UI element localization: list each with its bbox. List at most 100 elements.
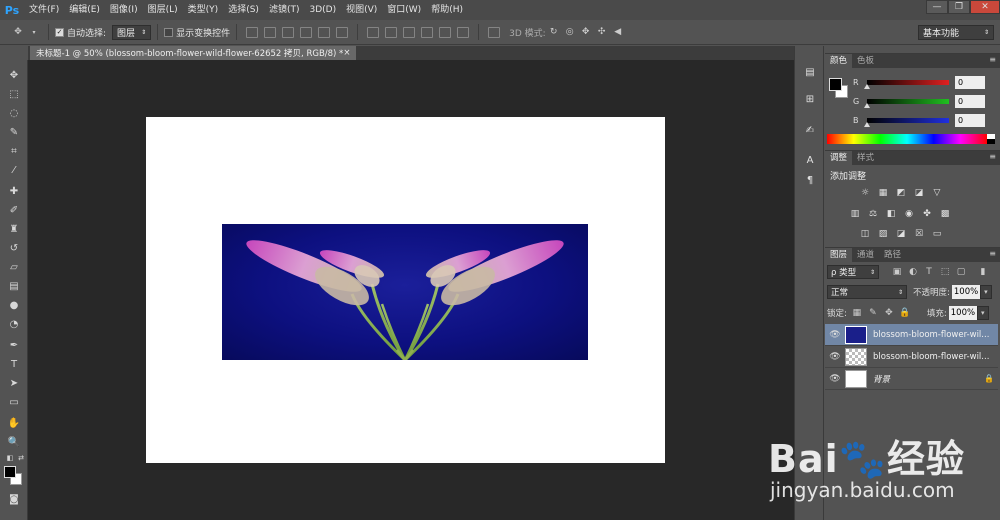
minimize-button[interactable]: —	[926, 0, 948, 14]
menu-type[interactable]: 类型(Y)	[183, 0, 224, 20]
hand-tool-icon[interactable]: ✋	[7, 416, 21, 430]
layer-row-background[interactable]: 👁 背景 🔒	[825, 368, 998, 390]
menu-image[interactable]: 图像(I)	[105, 0, 143, 20]
align-right-icon[interactable]	[336, 26, 349, 38]
foreground-color-swatch[interactable]	[4, 466, 16, 478]
move-tool-icon[interactable]: ✥	[7, 68, 21, 82]
posterize-icon[interactable]: ▨	[877, 228, 889, 239]
quick-select-tool-icon[interactable]: ✎	[7, 125, 21, 139]
panel-menu-icon[interactable]: ≡	[989, 152, 996, 161]
brush-preset-icon[interactable]: ✍	[801, 122, 819, 138]
workspace-dropdown[interactable]: 基本功能 ⇕	[918, 25, 994, 40]
selective-color-icon[interactable]: ☒	[913, 228, 925, 239]
green-value-field[interactable]: 0	[955, 94, 985, 108]
color-balance-icon[interactable]: ⚖	[867, 208, 879, 219]
layer-name[interactable]: blossom-bloom-flower-wil...	[873, 352, 998, 362]
lock-transparent-icon[interactable]: ▦	[851, 307, 863, 319]
gradient-map-icon[interactable]: ▭	[931, 228, 943, 239]
layer-name[interactable]: 背景	[873, 373, 984, 385]
brightness-icon[interactable]: ☼	[859, 187, 871, 198]
threshold-icon[interactable]: ◪	[895, 228, 907, 239]
3d-rotate-icon[interactable]: ↻	[548, 26, 560, 38]
tab-paths[interactable]: 路径	[879, 248, 906, 262]
color-lookup-icon[interactable]: ▩	[939, 208, 951, 219]
flower-image-layer[interactable]	[222, 224, 588, 360]
fill-field[interactable]: 100%	[948, 306, 977, 320]
visibility-eye-icon[interactable]: 👁	[825, 352, 845, 362]
crop-tool-icon[interactable]: ⌗	[7, 144, 21, 158]
canvas-workspace[interactable]	[28, 60, 794, 520]
slider-thumb-icon[interactable]	[864, 83, 870, 89]
lock-image-icon[interactable]: ✎	[867, 307, 879, 319]
foreground-color-swatch[interactable]	[829, 78, 842, 91]
paragraph-panel-icon[interactable]: ¶	[801, 172, 819, 188]
distribute-right-icon[interactable]	[457, 26, 470, 38]
path-select-tool-icon[interactable]: ➤	[7, 376, 21, 390]
marquee-tool-icon[interactable]: ⬚	[7, 87, 21, 101]
tab-channels[interactable]: 通道	[852, 248, 879, 262]
filter-pixel-icon[interactable]: ▣	[891, 266, 903, 278]
tab-color[interactable]: 颜色	[825, 54, 853, 68]
red-value-field[interactable]: 0	[955, 75, 985, 89]
color-spectrum-bar[interactable]	[827, 134, 987, 144]
panel-menu-icon[interactable]: ≡	[989, 55, 996, 64]
brush-tool-icon[interactable]: ✐	[7, 203, 21, 217]
menu-layer[interactable]: 图层(L)	[143, 0, 183, 20]
move-tool-preset-icon[interactable]: ✥	[12, 26, 24, 38]
vibrance-icon[interactable]: ▽	[931, 187, 943, 198]
distribute-vcenter-icon[interactable]	[385, 26, 398, 38]
align-horizontal-center-icon[interactable]	[318, 26, 331, 38]
history-brush-tool-icon[interactable]: ↺	[7, 241, 21, 255]
layer-name[interactable]: blossom-bloom-flower-wil...	[873, 330, 998, 340]
menu-select[interactable]: 选择(S)	[223, 0, 264, 20]
lasso-tool-icon[interactable]: ◌	[7, 106, 21, 120]
green-channel-slider[interactable]	[864, 98, 949, 108]
auto-select-option[interactable]: ✓ 自动选择:	[55, 26, 106, 39]
align-bottom-icon[interactable]	[282, 26, 295, 38]
opacity-arrow-icon[interactable]: ▾	[979, 285, 992, 299]
document-canvas[interactable]	[146, 117, 665, 463]
black-white-ramp[interactable]	[987, 134, 995, 144]
filter-adjustment-icon[interactable]: ◐	[907, 266, 919, 278]
photo-filter-icon[interactable]: ◉	[903, 208, 915, 219]
clone-stamp-tool-icon[interactable]: ♜	[7, 222, 21, 236]
channel-mixer-icon[interactable]: ✤	[921, 208, 933, 219]
layer-row[interactable]: 👁 blossom-bloom-flower-wil...	[825, 324, 998, 346]
fill-arrow-icon[interactable]: ▾	[976, 306, 989, 320]
align-vertical-center-icon[interactable]	[264, 26, 277, 38]
close-tab-icon[interactable]: ×	[343, 48, 350, 58]
restore-button[interactable]: ❐	[948, 0, 970, 14]
visibility-eye-icon[interactable]: 👁	[825, 374, 845, 384]
menu-edit[interactable]: 编辑(E)	[64, 0, 105, 20]
menu-3d[interactable]: 3D(D)	[304, 0, 341, 20]
swap-colors-icon[interactable]: ⇄	[14, 451, 28, 465]
zoom-tool-icon[interactable]: 🔍	[7, 435, 21, 449]
opacity-field[interactable]: 100%	[951, 285, 980, 299]
filter-shape-icon[interactable]: ⬚	[939, 266, 951, 278]
distribute-top-icon[interactable]	[367, 26, 380, 38]
tab-swatches[interactable]: 色板	[852, 54, 879, 68]
3d-scale-icon[interactable]: ◀	[612, 26, 624, 38]
character-panel-icon[interactable]: A	[801, 152, 819, 168]
distribute-hcenter-icon[interactable]	[439, 26, 452, 38]
tab-adjustments[interactable]: 调整	[825, 151, 853, 165]
curves-icon[interactable]: ◩	[895, 187, 907, 198]
align-left-icon[interactable]	[300, 26, 313, 38]
distribute-left-icon[interactable]	[421, 26, 434, 38]
eyedropper-tool-icon[interactable]: ⁄	[7, 163, 21, 177]
black-white-icon[interactable]: ◧	[885, 208, 897, 219]
pen-tool-icon[interactable]: ✒	[7, 338, 21, 352]
chevron-down-icon[interactable]: ▾	[28, 26, 40, 38]
dodge-tool-icon[interactable]: ◔	[7, 317, 21, 331]
slider-thumb-icon[interactable]	[864, 121, 870, 127]
blend-mode-dropdown[interactable]: 正常 ⇕	[827, 285, 907, 299]
lock-all-icon[interactable]: 🔒	[899, 307, 911, 319]
filter-type-icon[interactable]: T	[923, 266, 935, 278]
3d-pan-icon[interactable]: ✥	[580, 26, 592, 38]
healing-brush-tool-icon[interactable]: ✚	[7, 184, 21, 198]
menu-window[interactable]: 窗口(W)	[382, 0, 426, 20]
blue-value-field[interactable]: 0	[955, 113, 985, 127]
show-transform-option[interactable]: 显示变换控件	[164, 26, 230, 39]
lock-position-icon[interactable]: ✥	[883, 307, 895, 319]
menu-filter[interactable]: 滤镜(T)	[264, 0, 305, 20]
